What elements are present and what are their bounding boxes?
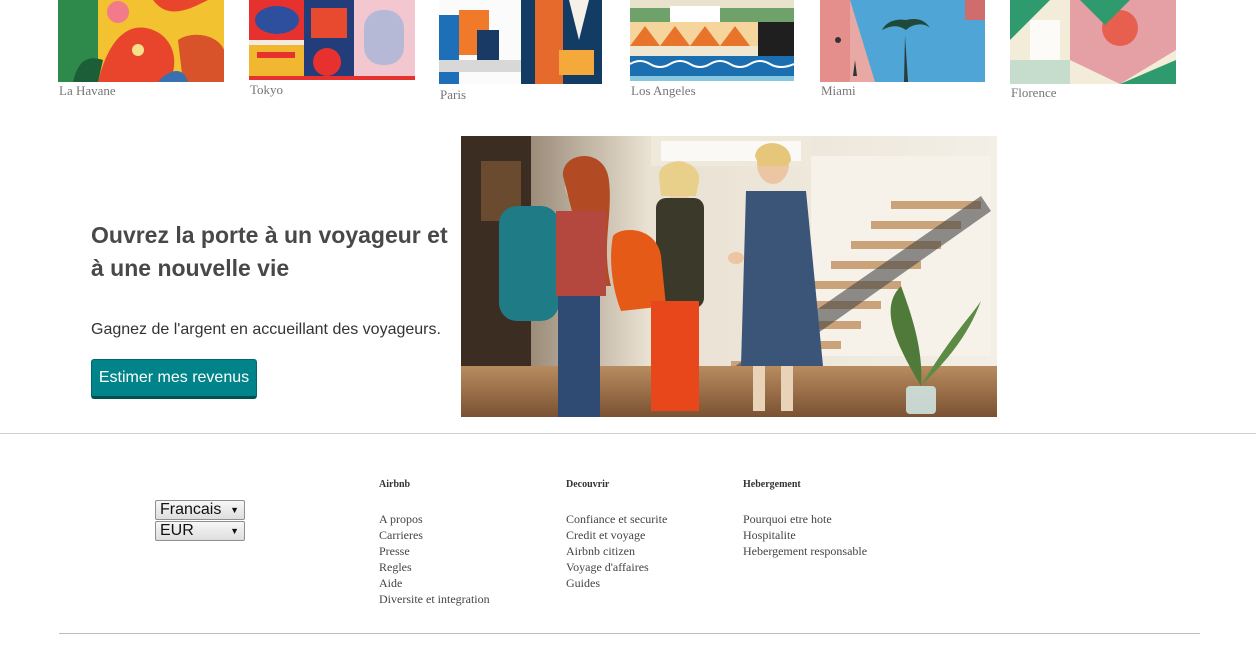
footer-link[interactable]: Regles [379,559,490,575]
city-card-miami[interactable]: Miami [820,0,985,100]
city-card-paris[interactable]: Paris [439,0,603,104]
estimate-earnings-button[interactable]: Estimer mes revenus [91,359,257,399]
footer-column-hebergement: Hebergement Pourquoi etre hote Hospitali… [743,479,867,559]
city-illustration-tokyo [249,0,415,80]
section-divider [0,433,1256,434]
city-name: Paris [440,87,466,102]
city-name: La Havane [59,83,116,98]
footer-link[interactable]: Presse [379,543,490,559]
footer-link[interactable]: Voyage d'affaires [566,559,667,575]
city-name: Tokyo [250,82,284,97]
city-card-la-havane[interactable]: La Havane [58,0,224,100]
footer-link[interactable]: Pourquoi etre hote [743,511,867,527]
city-illustration-los-angeles [630,0,794,81]
footer-column-decouvrir: Decouvrir Confiance et securite Credit e… [566,479,667,591]
hero-subtitle: Gagnez de l'argent en accueillant des vo… [91,321,441,338]
footer-link[interactable]: Confiance et securite [566,511,667,527]
city-card-florence[interactable]: Florence [1010,0,1176,102]
city-illustration-miami [820,0,985,82]
footer-link[interactable]: Credit et voyage [566,527,667,543]
footer-link[interactable]: A propos [379,511,490,527]
currency-value: EUR [160,522,194,539]
footer-link[interactable]: Airbnb citizen [566,543,667,559]
city-name: Florence [1011,85,1057,100]
footer-column-airbnb: Airbnb A propos Carrieres Presse Regles … [379,479,490,607]
hero-title: Ouvrez la porte à un voyageur et à une n… [91,222,448,281]
language-select[interactable]: Francais ▼ [155,500,245,520]
dropdown-arrow-icon: ▼ [230,526,239,536]
footer-link[interactable]: Aide [379,575,490,591]
footer-column-title: Airbnb [379,479,411,490]
footer-column-title: Decouvrir [566,479,610,490]
city-name: Miami [821,83,856,98]
dropdown-arrow-icon: ▼ [230,505,239,515]
city-illustration-la-havane [58,0,224,82]
footer-link[interactable]: Hebergement responsable [743,543,867,559]
hero-photo [461,136,997,417]
footer-divider [59,633,1200,634]
language-value: Francais [160,501,222,518]
city-card-tokyo[interactable]: Tokyo [249,0,415,100]
footer-link[interactable]: Diversite et integration [379,591,490,607]
city-card-los-angeles[interactable]: Los Angeles [630,0,794,100]
city-name: Los Angeles [631,83,696,98]
currency-select[interactable]: EUR ▼ [155,521,245,541]
footer-column-title: Hebergement [743,479,801,490]
footer-link[interactable]: Carrieres [379,527,490,543]
footer-link[interactable]: Hospitalite [743,527,867,543]
city-illustration-paris [439,0,602,84]
city-illustration-florence [1010,0,1176,84]
footer-link[interactable]: Guides [566,575,667,591]
